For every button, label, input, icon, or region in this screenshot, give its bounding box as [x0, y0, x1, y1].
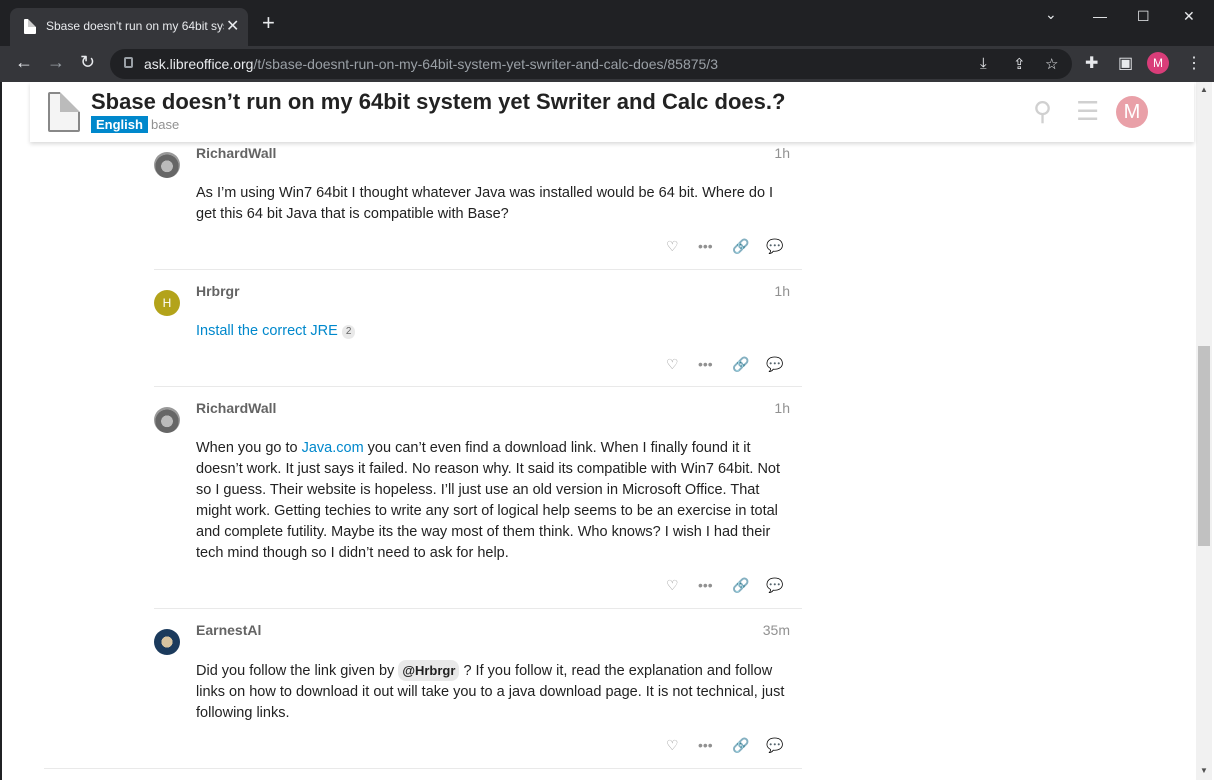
- category-badge[interactable]: English: [91, 116, 148, 133]
- post-username[interactable]: RichardWall: [196, 400, 276, 416]
- post-age[interactable]: 1h: [774, 283, 790, 299]
- avatar[interactable]: [154, 629, 180, 655]
- close-tab-icon[interactable]: ✕: [226, 16, 239, 36]
- post-actions: ♡ ••• 🔗 💬: [662, 577, 792, 597]
- post-age[interactable]: 35m: [763, 622, 790, 638]
- tag-link[interactable]: base: [151, 117, 179, 132]
- divider: [44, 768, 802, 769]
- lock-icon: [124, 57, 133, 68]
- post: H Hrbrgr 1h Install the correct JRE 2 ♡ •…: [154, 280, 802, 386]
- reply-icon[interactable]: 💬: [766, 577, 783, 594]
- divider: [154, 269, 802, 270]
- post: EarnestAl 35m Did you follow the link gi…: [154, 619, 802, 769]
- search-icon[interactable]: ⚲: [1033, 96, 1052, 127]
- browser-title-bar: Sbase doesn't run on my 64bit system yet…: [0, 0, 1214, 46]
- browser-toolbar: ← → ↻ ask.libreoffice.org/t/sbase-doesnt…: [0, 46, 1214, 82]
- profile-avatar[interactable]: M: [1147, 52, 1169, 74]
- post-actions: ♡ ••• 🔗 💬: [662, 238, 792, 258]
- user-avatar[interactable]: M: [1116, 96, 1148, 128]
- link-icon[interactable]: 🔗: [732, 577, 749, 594]
- post-actions: ♡ ••• 🔗 💬: [662, 356, 792, 376]
- post-age[interactable]: 1h: [774, 145, 790, 161]
- avatar[interactable]: [154, 152, 180, 178]
- page-content: Sbase doesn’t run on my 64bit system yet…: [0, 82, 1214, 780]
- new-tab-button[interactable]: +: [262, 12, 275, 34]
- scroll-thumb[interactable]: [1198, 346, 1210, 546]
- install-icon[interactable]: ⤓: [980, 55, 987, 72]
- like-icon[interactable]: ♡: [666, 737, 679, 754]
- like-icon[interactable]: ♡: [666, 577, 679, 594]
- share-icon[interactable]: ⇪: [1013, 55, 1026, 73]
- close-window-icon[interactable]: ✕: [1183, 8, 1195, 25]
- more-icon[interactable]: •••: [698, 238, 713, 254]
- user-mention[interactable]: @Hrbrgr: [398, 660, 460, 681]
- link-icon[interactable]: 🔗: [732, 238, 749, 255]
- scroll-up-icon[interactable]: ▲: [1200, 85, 1208, 94]
- side-panel-icon[interactable]: ▣: [1118, 53, 1133, 73]
- more-icon[interactable]: •••: [698, 577, 713, 593]
- page-scrollbar[interactable]: ▲ ▼: [1196, 82, 1212, 780]
- scroll-down-icon[interactable]: ▼: [1200, 766, 1208, 775]
- like-icon[interactable]: ♡: [666, 238, 679, 255]
- post-body: As I’m using Win7 64bit I thought whatev…: [196, 185, 774, 222]
- link-click-count: 2: [341, 325, 356, 339]
- window-border: [0, 82, 2, 780]
- hamburger-menu-icon[interactable]: ☰: [1076, 96, 1099, 127]
- link-icon[interactable]: 🔗: [732, 737, 749, 754]
- back-icon[interactable]: ←: [15, 52, 33, 73]
- post-body: When you go to Java.com you can’t even f…: [196, 440, 781, 561]
- bookmark-star-icon[interactable]: ☆: [1045, 55, 1058, 73]
- site-logo[interactable]: [48, 92, 80, 132]
- like-icon[interactable]: ♡: [666, 356, 679, 373]
- divider: [154, 386, 802, 387]
- site-header: Sbase doesn’t run on my 64bit system yet…: [30, 82, 1194, 142]
- jre-link[interactable]: Install the correct JRE: [196, 323, 338, 339]
- link-icon[interactable]: 🔗: [732, 356, 749, 373]
- url-text: ask.libreoffice.org/t/sbase-doesnt-run-o…: [144, 56, 718, 72]
- reply-icon[interactable]: 💬: [766, 737, 783, 754]
- post-username[interactable]: RichardWall: [196, 145, 276, 161]
- extensions-icon[interactable]: ✚: [1085, 53, 1098, 73]
- maximize-icon[interactable]: ☐: [1137, 8, 1150, 25]
- post-username[interactable]: EarnestAl: [196, 622, 261, 638]
- topic-title[interactable]: Sbase doesn’t run on my 64bit system yet…: [91, 89, 785, 115]
- reply-icon[interactable]: 💬: [766, 238, 783, 255]
- reply-icon[interactable]: 💬: [766, 356, 783, 373]
- forward-icon[interactable]: →: [47, 52, 65, 73]
- post-age[interactable]: 1h: [774, 400, 790, 416]
- address-bar[interactable]: ask.libreoffice.org/t/sbase-doesnt-run-o…: [110, 49, 1072, 79]
- more-icon[interactable]: •••: [698, 356, 713, 372]
- post: RichardWall 1h As I’m using Win7 64bit I…: [154, 142, 802, 270]
- post-actions: ♡ ••• 🔗 💬: [662, 737, 792, 757]
- post-username[interactable]: Hrbrgr: [196, 283, 240, 299]
- avatar[interactable]: [154, 407, 180, 433]
- post-body: Did you follow the link given by @Hrbrgr…: [196, 660, 792, 724]
- divider: [154, 608, 802, 609]
- menu-kebab-icon[interactable]: ⋮: [1186, 53, 1202, 73]
- reload-icon[interactable]: ↻: [80, 52, 95, 73]
- post: RichardWall 1h When you go to Java.com y…: [154, 397, 802, 607]
- chevron-down-icon[interactable]: ⌄: [1045, 6, 1057, 23]
- java-link[interactable]: Java.com: [302, 440, 364, 456]
- tab-title: Sbase doesn't run on my 64bit system yet…: [46, 19, 224, 33]
- minimize-icon[interactable]: —: [1093, 8, 1107, 24]
- more-icon[interactable]: •••: [698, 737, 713, 753]
- browser-tab[interactable]: Sbase doesn't run on my 64bit system yet…: [10, 8, 248, 46]
- post-body: Install the correct JRE 2: [196, 321, 792, 342]
- page-icon: [24, 19, 36, 34]
- avatar[interactable]: H: [154, 290, 180, 316]
